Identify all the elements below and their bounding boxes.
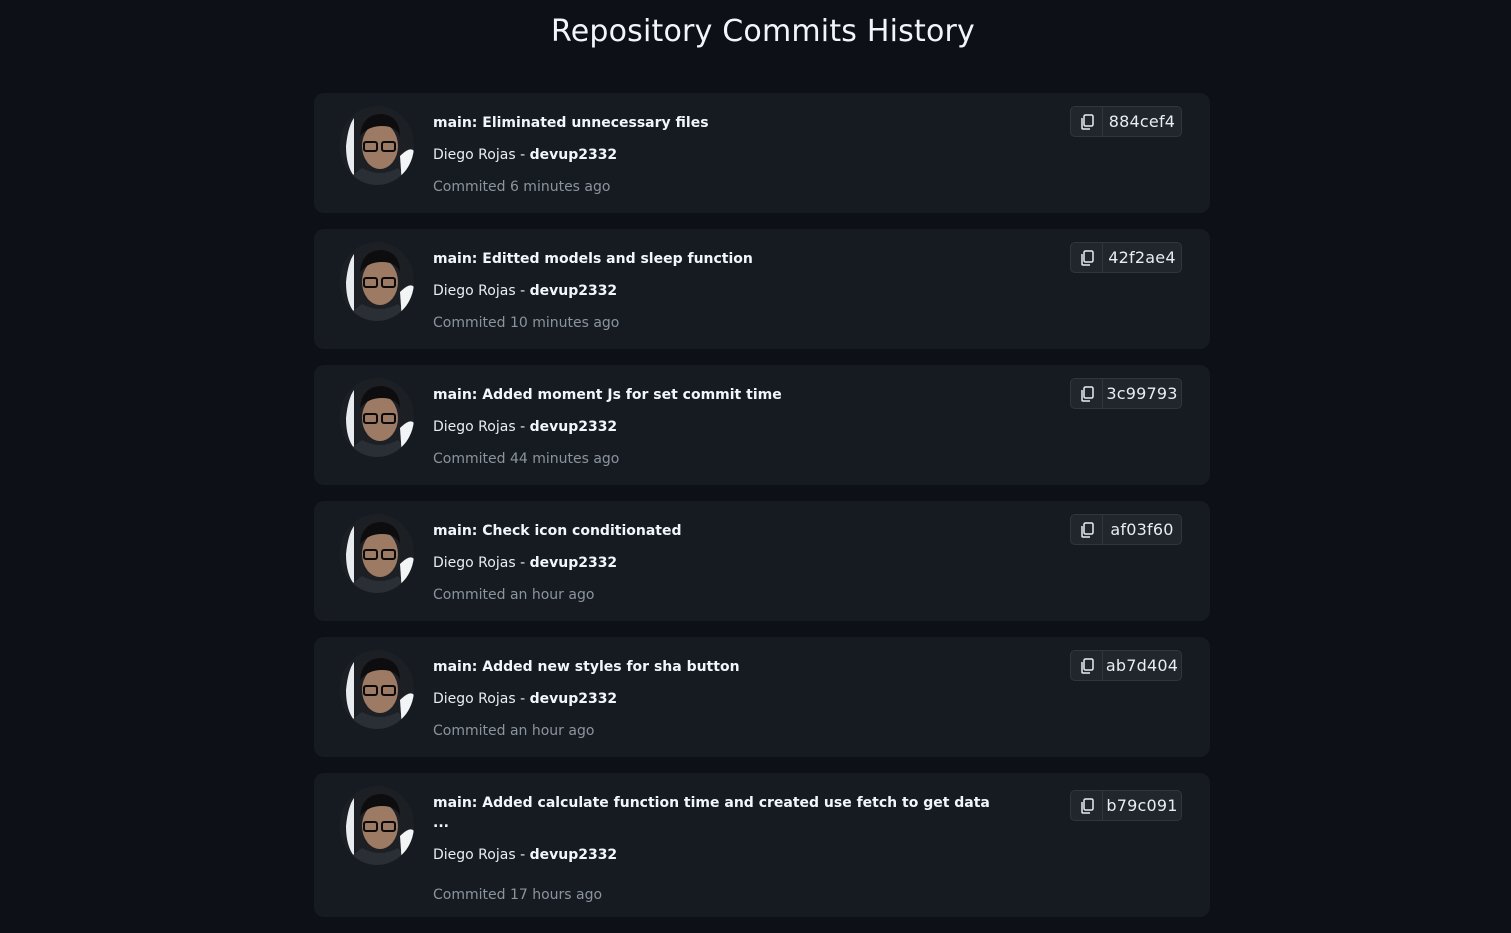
avatar: [340, 378, 414, 457]
commit-author: Diego Rojas - devup2332: [433, 845, 1053, 865]
sha-text[interactable]: b79c091: [1103, 796, 1181, 815]
copy-icon[interactable]: [1071, 515, 1103, 544]
commit-message: main: Added calculate function time and …: [433, 795, 990, 831]
sha-text[interactable]: ab7d404: [1103, 656, 1181, 675]
sha-button[interactable]: 884cef4: [1070, 106, 1182, 137]
commit-author: Diego Rojas - devup2332: [433, 281, 1053, 301]
avatar: [340, 650, 414, 729]
copy-icon[interactable]: [1071, 791, 1103, 820]
commit-time: Commited an hour ago: [433, 587, 595, 603]
commit-message: main: Check icon conditionated: [433, 523, 682, 539]
author-name: Diego Rojas: [433, 555, 516, 571]
commit-card: main: Check icon conditionated Diego Roj…: [314, 501, 1210, 621]
commit-list: main: Eliminated unnecessary files Diego…: [314, 93, 1210, 933]
author-username[interactable]: devup2332: [530, 847, 618, 863]
avatar: [340, 106, 414, 185]
commit-author: Diego Rojas - devup2332: [433, 417, 1053, 437]
commit-info: main: Added moment Js for set commit tim…: [433, 385, 1053, 469]
author-name: Diego Rojas: [433, 691, 516, 707]
author-username[interactable]: devup2332: [530, 691, 618, 707]
commit-time: Commited 10 minutes ago: [433, 315, 620, 331]
commit-info: main: Editted models and sleep function …: [433, 249, 1053, 333]
commit-author: Diego Rojas - devup2332: [433, 553, 1053, 573]
copy-icon[interactable]: [1071, 651, 1103, 680]
commit-card: main: Added calculate function time and …: [314, 773, 1210, 917]
commit-info: main: Added new styles for sha button Di…: [433, 657, 1053, 741]
commit-card: main: Eliminated unnecessary files Diego…: [314, 93, 1210, 213]
author-separator: -: [515, 419, 530, 435]
avatar: [340, 514, 414, 593]
author-username[interactable]: devup2332: [530, 147, 618, 163]
commit-message: main: Eliminated unnecessary files: [433, 115, 709, 131]
sha-button[interactable]: ab7d404: [1070, 650, 1182, 681]
sha-button[interactable]: 3c99793: [1070, 378, 1182, 409]
sha-text[interactable]: 42f2ae4: [1103, 248, 1181, 267]
author-name: Diego Rojas: [433, 283, 516, 299]
commit-time: Commited 6 minutes ago: [433, 179, 611, 195]
copy-icon[interactable]: [1071, 243, 1103, 272]
author-separator: -: [515, 691, 530, 707]
commit-info: main: Added calculate function time and …: [433, 793, 1053, 905]
sha-text[interactable]: af03f60: [1103, 520, 1181, 539]
author-separator: -: [515, 147, 530, 163]
author-separator: -: [515, 847, 530, 863]
commit-time: Commited 17 hours ago: [433, 887, 603, 903]
author-separator: -: [515, 283, 530, 299]
author-name: Diego Rojas: [433, 847, 516, 863]
commit-message: main: Editted models and sleep function: [433, 251, 753, 267]
commit-time: Commited an hour ago: [433, 723, 595, 739]
author-name: Diego Rojas: [433, 419, 516, 435]
commit-info: main: Eliminated unnecessary files Diego…: [433, 113, 1053, 197]
copy-icon[interactable]: [1071, 379, 1103, 408]
copy-icon[interactable]: [1071, 107, 1103, 136]
sha-text[interactable]: 3c99793: [1103, 384, 1181, 403]
page-title: Repository Commits History: [551, 14, 975, 49]
avatar: [340, 786, 414, 865]
commit-info: main: Check icon conditionated Diego Roj…: [433, 521, 1053, 605]
author-username[interactable]: devup2332: [530, 419, 618, 435]
commit-author: Diego Rojas - devup2332: [433, 145, 1053, 165]
author-username[interactable]: devup2332: [530, 283, 618, 299]
sha-button[interactable]: b79c091: [1070, 790, 1182, 821]
author-separator: -: [515, 555, 530, 571]
author-username[interactable]: devup2332: [530, 555, 618, 571]
sha-button[interactable]: 42f2ae4: [1070, 242, 1182, 273]
commit-card: main: Added new styles for sha button Di…: [314, 637, 1210, 757]
commit-message: main: Added new styles for sha button: [433, 659, 740, 675]
commit-message: main: Added moment Js for set commit tim…: [433, 387, 782, 403]
avatar: [340, 242, 414, 321]
sha-button[interactable]: af03f60: [1070, 514, 1182, 545]
sha-text[interactable]: 884cef4: [1103, 112, 1181, 131]
commit-author: Diego Rojas - devup2332: [433, 689, 1053, 709]
commit-time: Commited 44 minutes ago: [433, 451, 620, 467]
author-name: Diego Rojas: [433, 147, 516, 163]
commit-card: main: Added moment Js for set commit tim…: [314, 365, 1210, 485]
commit-card: main: Editted models and sleep function …: [314, 229, 1210, 349]
